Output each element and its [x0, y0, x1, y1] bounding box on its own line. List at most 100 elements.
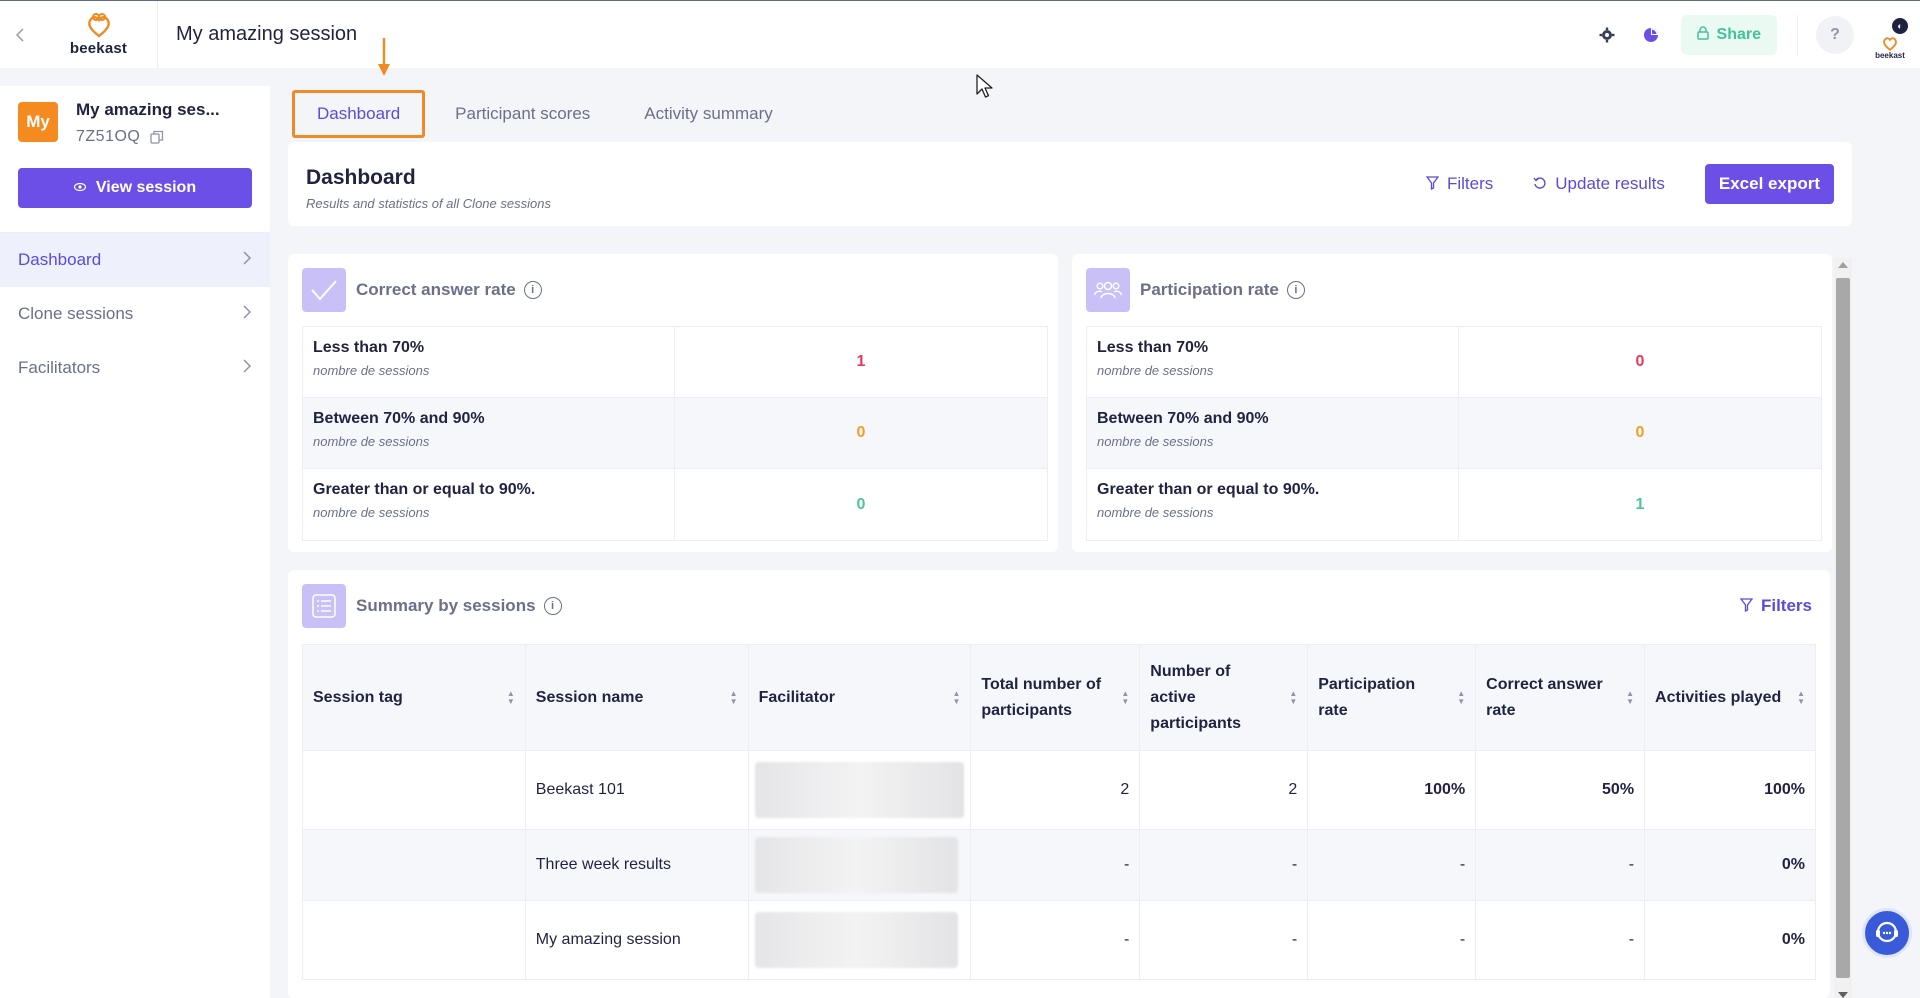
sidebar-item-clone-sessions[interactable]: Clone sessions: [0, 287, 270, 341]
sidebar: My My amazing ses... 7Z51OQ View session…: [0, 86, 270, 998]
user-avatar[interactable]: beekast ◐: [1868, 10, 1912, 60]
divider: [1797, 15, 1798, 55]
sort-icon[interactable]: ▲ ▼: [1289, 689, 1297, 706]
checkmark-icon: [302, 268, 346, 312]
tab-participant-scores[interactable]: Participant scores: [433, 90, 612, 138]
help-icon[interactable]: ?: [1816, 16, 1854, 54]
column-header-label: Correct answer rate: [1486, 675, 1603, 719]
cell-facilitator: [748, 900, 972, 980]
stat-row-sublabel: nombre de sessions: [1097, 434, 1214, 449]
beekast-logo-icon: [84, 12, 114, 38]
stat-row-label: Greater than or equal to 90%.: [313, 481, 536, 498]
support-chat-button[interactable]: [1862, 908, 1912, 958]
stat-table: Less than 70% nombre de sessions 0 Betwe…: [1086, 326, 1822, 541]
refresh-icon: [1533, 176, 1547, 193]
scroll-down-arrow-icon[interactable]: [1838, 992, 1848, 998]
cell-session-tag: [302, 829, 526, 901]
cell-active-participants: -: [1139, 829, 1309, 901]
card-title: Correct answer rate: [356, 280, 516, 299]
sidebar-item-label: Dashboard: [18, 250, 102, 269]
stat-row-label: Less than 70%: [1097, 339, 1209, 356]
sort-icon[interactable]: ▲ ▼: [730, 689, 738, 706]
column-header[interactable]: Correct answer rate ▲ ▼: [1475, 644, 1646, 751]
column-header[interactable]: Number of active participants ▲ ▼: [1139, 644, 1309, 751]
list-icon: [302, 584, 346, 628]
lock-icon: [1696, 25, 1709, 45]
pie-chart-icon[interactable]: [1637, 21, 1665, 49]
column-header[interactable]: Participation rate ▲ ▼: [1307, 644, 1477, 751]
cell-total-participants: 2: [970, 750, 1141, 830]
info-icon[interactable]: i: [1286, 281, 1305, 299]
sidebar-item-dashboard[interactable]: Dashboard: [0, 233, 270, 287]
cell-participation-rate: -: [1307, 900, 1477, 980]
info-icon[interactable]: i: [523, 281, 542, 299]
table-row[interactable]: Three week results - - - - 0%: [302, 829, 1816, 901]
column-header[interactable]: Session tag ▲ ▼: [302, 644, 526, 751]
vertical-scrollbar[interactable]: [1834, 258, 1852, 998]
brand-logo[interactable]: beekast: [40, 0, 158, 69]
tab-activity-summary[interactable]: Activity summary: [622, 90, 794, 138]
card-title: Participation rate: [1140, 280, 1279, 299]
top-bar: beekast My amazing session Share ? beeka…: [0, 0, 1920, 69]
correct-answer-rate-card: Correct answer rate i Less than 70% nomb…: [288, 254, 1058, 552]
session-avatar: My: [18, 102, 58, 142]
scroll-thumb[interactable]: [1836, 278, 1850, 978]
sort-icon[interactable]: ▲ ▼: [952, 689, 960, 706]
column-header[interactable]: Activities played ▲ ▼: [1644, 644, 1816, 751]
back-chevron-icon[interactable]: [0, 1, 40, 69]
stat-row-label: Greater than or equal to 90%.: [1097, 481, 1320, 498]
sort-icon[interactable]: ▲ ▼: [1121, 689, 1129, 706]
filters-label: Filters: [1446, 174, 1494, 193]
tab-bar: Dashboard Participant scores Activity su…: [292, 90, 795, 138]
summary-filters-button[interactable]: Filters: [1739, 596, 1812, 616]
stat-row-label: Between 70% and 90%: [1097, 410, 1269, 427]
filters-label: Filters: [1760, 596, 1812, 615]
redacted-facilitator: [754, 837, 959, 893]
stat-row: Greater than or equal to 90%. nombre de …: [1087, 469, 1821, 540]
share-label: Share: [1716, 26, 1761, 43]
sidebar-item-facilitators[interactable]: Facilitators: [0, 341, 270, 395]
column-header[interactable]: Facilitator ▲ ▼: [748, 644, 972, 751]
column-header-label: Number of active participants: [1150, 662, 1241, 732]
filters-button[interactable]: Filters: [1425, 174, 1494, 194]
update-results-label: Update results: [1555, 174, 1665, 193]
excel-export-button[interactable]: Excel export: [1704, 164, 1834, 204]
stat-row-value: 1: [1635, 495, 1645, 513]
arrow-down-indicator-icon: [378, 38, 390, 76]
sort-icon[interactable]: ▲ ▼: [507, 689, 515, 706]
view-session-button[interactable]: View session: [18, 168, 252, 208]
mouse-cursor-icon: [976, 74, 993, 98]
redacted-facilitator: [754, 912, 959, 968]
info-icon[interactable]: i: [543, 597, 562, 615]
sort-icon[interactable]: ▲ ▼: [1626, 689, 1634, 706]
session-title: My amazing session: [176, 23, 358, 45]
sort-icon[interactable]: ▲ ▼: [1457, 689, 1465, 706]
stat-row: Between 70% and 90% nombre de sessions 0: [303, 398, 1047, 469]
cell-participation-rate: 100%: [1307, 750, 1477, 830]
cell-activities-played: 0%: [1644, 900, 1816, 980]
stat-row-sublabel: nombre de sessions: [313, 434, 430, 449]
sort-icon[interactable]: ▲ ▼: [1797, 689, 1805, 706]
table-row[interactable]: Beekast 101 2 2 100% 50% 100%: [302, 750, 1816, 830]
cell-session-tag: [302, 750, 526, 830]
table-row[interactable]: My amazing session - - - - 0%: [302, 900, 1816, 980]
tab-dashboard[interactable]: Dashboard: [292, 90, 426, 138]
gear-icon[interactable]: [1593, 21, 1621, 49]
stat-row-label: Less than 70%: [313, 339, 425, 356]
participation-rate-card: Participation rate i Less than 70% nombr…: [1072, 254, 1832, 552]
sidebar-item-label: Clone sessions: [18, 304, 134, 323]
view-session-label: View session: [95, 179, 197, 196]
stat-row-label: Between 70% and 90%: [313, 410, 485, 427]
cell-session-tag: [302, 900, 526, 980]
copy-icon[interactable]: [150, 130, 164, 144]
chevron-right-icon: [242, 250, 252, 271]
update-results-button[interactable]: Update results: [1533, 174, 1665, 194]
cell-facilitator: [748, 829, 972, 901]
stat-row-sublabel: nombre de sessions: [313, 363, 430, 378]
column-header[interactable]: Total number of participants ▲ ▼: [970, 644, 1141, 751]
scroll-up-arrow-icon[interactable]: [1838, 262, 1848, 268]
share-button[interactable]: Share: [1680, 15, 1777, 55]
stat-row-value: 0: [856, 495, 866, 513]
column-header[interactable]: Session name ▲ ▼: [525, 644, 749, 751]
stat-row: Greater than or equal to 90%. nombre de …: [303, 469, 1047, 540]
